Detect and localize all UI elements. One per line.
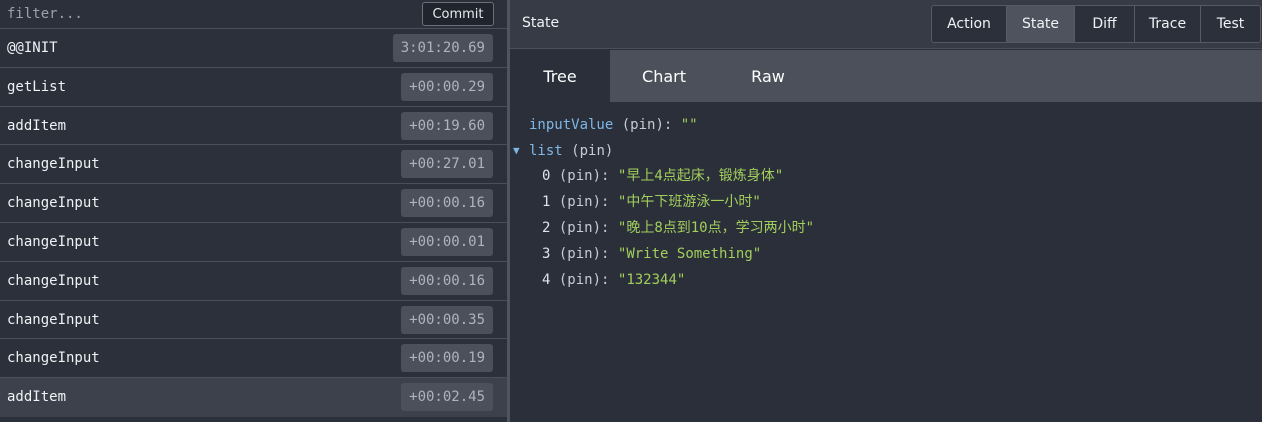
- action-name: changeInput: [7, 350, 100, 367]
- action-row[interactable]: changeInput +00:00.35: [0, 301, 507, 340]
- action-name: addItem: [7, 389, 67, 406]
- inspector-title: State: [522, 15, 560, 31]
- tab-trace[interactable]: Trace: [1135, 6, 1201, 42]
- action-time-badge: 3:01:20.69: [392, 34, 493, 62]
- action-row[interactable]: changeInput +00:00.19: [0, 339, 507, 379]
- tree-index: 4: [542, 272, 551, 288]
- pin-label: (pin):: [558, 272, 610, 288]
- tree-node-list[interactable]: ▼ list (pin): [510, 141, 710, 161]
- action-name: changeInput: [7, 156, 100, 173]
- tree-value: "晚上8点到10点，学习两小时": [617, 220, 815, 236]
- action-name: changeInput: [7, 311, 100, 328]
- tree-value: "早上4点起床，锻炼身体": [617, 168, 784, 184]
- action-row[interactable]: @@INIT 3:01:20.69: [0, 29, 507, 68]
- action-time-badge: +00:00.16: [401, 189, 493, 218]
- pin-label: (pin):: [621, 117, 673, 133]
- tree-value: "中午下班游泳一小时": [617, 194, 761, 210]
- tree-key: list: [529, 143, 563, 159]
- action-time-badge: +00:00.29: [401, 72, 493, 101]
- action-name: @@INIT: [7, 40, 58, 56]
- action-time-badge: +00:02.45: [401, 383, 493, 412]
- tree-index: 3: [542, 246, 551, 262]
- action-row-selected[interactable]: addItem +00:02.45: [0, 378, 507, 417]
- expand-arrow-icon[interactable]: ▼: [513, 141, 520, 161]
- tree-node-list-item[interactable]: 4 (pin): "132344": [542, 270, 685, 290]
- pin-label: (pin):: [558, 246, 610, 262]
- pin-label: (pin):: [558, 194, 610, 210]
- tree-value: "132344": [617, 272, 686, 288]
- tree-node-list-item[interactable]: 2 (pin): "晚上8点到10点，学习两小时": [542, 218, 814, 238]
- action-time-badge: +00:00.01: [401, 227, 493, 256]
- tree-node-list-item[interactable]: 0 (pin): "早上4点起床，锻炼身体": [542, 166, 783, 186]
- tab-tree[interactable]: Tree: [510, 50, 610, 102]
- pin-label: (pin): [571, 143, 614, 159]
- tree-node-list-item[interactable]: 1 (pin): "中午下班游泳一小时": [542, 192, 761, 212]
- tab-state[interactable]: State: [1007, 6, 1075, 42]
- tab-action[interactable]: Action: [932, 6, 1007, 42]
- action-name: addItem: [7, 117, 67, 134]
- tab-raw[interactable]: Raw: [718, 50, 818, 102]
- action-list-panel: Commit @@INIT 3:01:20.69 getList +00:00.…: [0, 0, 507, 422]
- filter-bar: Commit: [0, 0, 507, 29]
- mode-tab-group: Action State Diff Trace Test: [931, 5, 1261, 43]
- action-row[interactable]: addItem +00:19.60: [0, 107, 507, 146]
- action-row[interactable]: getList +00:00.29: [0, 68, 507, 107]
- inspector-header: State Action State Diff Trace Test: [510, 0, 1262, 49]
- commit-button[interactable]: Commit: [422, 2, 494, 26]
- action-name: changeInput: [7, 233, 100, 250]
- tree-key: inputValue: [529, 117, 614, 133]
- action-row[interactable]: changeInput +00:00.16: [0, 184, 507, 223]
- inspector-panel: State Action State Diff Trace Test Tree …: [510, 0, 1262, 422]
- action-name: changeInput: [7, 272, 100, 289]
- tree-index: 0: [542, 168, 551, 184]
- filter-input[interactable]: [0, 0, 410, 28]
- tree-value: "Write Something": [617, 246, 762, 262]
- action-name: getList: [7, 78, 67, 95]
- tab-diff[interactable]: Diff: [1075, 6, 1135, 42]
- action-row[interactable]: changeInput +00:27.01: [0, 145, 507, 185]
- tree-index: 2: [542, 220, 551, 236]
- tree-node-inputvalue[interactable]: inputValue (pin): "": [529, 115, 698, 135]
- view-tab-bar: Tree Chart Raw: [510, 50, 1262, 102]
- action-name: changeInput: [7, 195, 100, 212]
- pin-label: (pin):: [558, 168, 610, 184]
- action-time-badge: +00:27.01: [401, 150, 493, 179]
- tree-node-list-item[interactable]: 3 (pin): "Write Something": [542, 244, 761, 264]
- action-time-badge: +00:00.16: [401, 266, 493, 295]
- action-row[interactable]: changeInput +00:00.16: [0, 262, 507, 301]
- tab-test[interactable]: Test: [1201, 6, 1260, 42]
- pin-label: (pin):: [558, 220, 610, 236]
- action-time-badge: +00:00.19: [401, 344, 493, 373]
- action-time-badge: +00:00.35: [401, 305, 493, 334]
- action-row[interactable]: changeInput +00:00.01: [0, 223, 507, 262]
- action-time-badge: +00:19.60: [401, 111, 493, 140]
- tree-index: 1: [542, 194, 551, 210]
- action-list: @@INIT 3:01:20.69 getList +00:00.29 addI…: [0, 29, 507, 417]
- tree-value: "": [680, 117, 698, 133]
- tab-chart[interactable]: Chart: [610, 50, 718, 102]
